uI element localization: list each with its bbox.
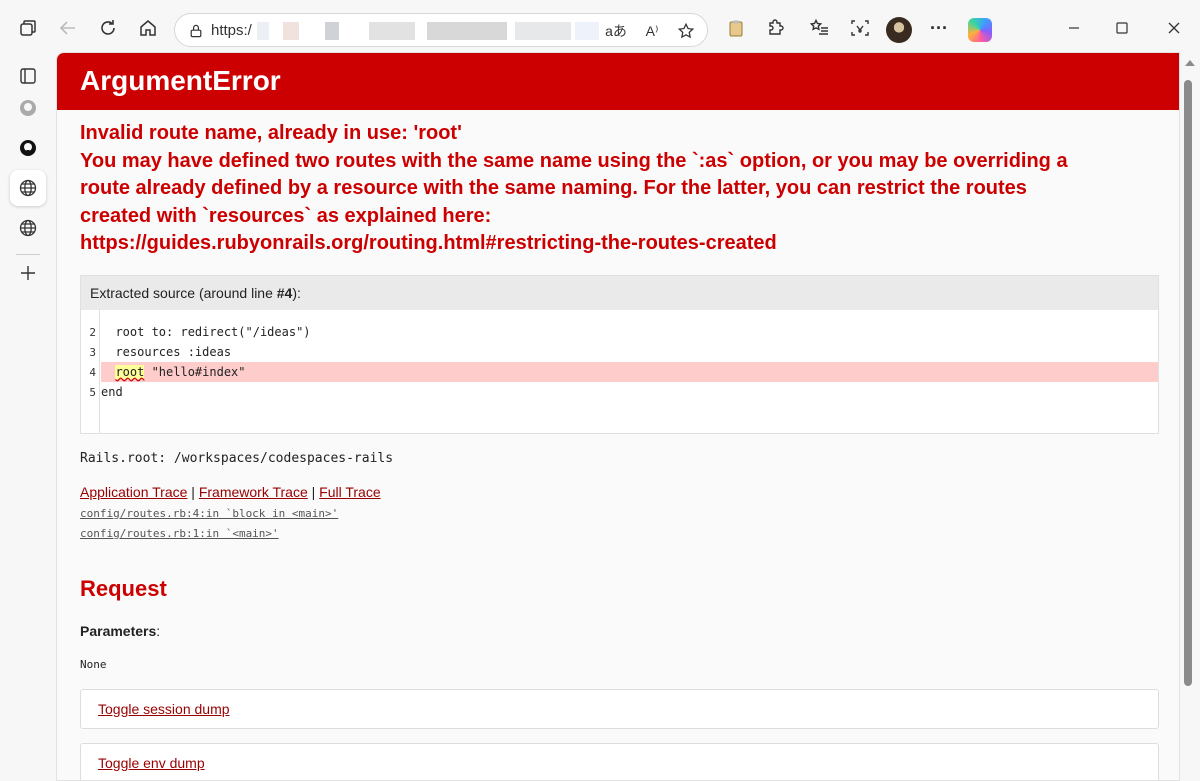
error-message-line: created with `resources` as explained he… [80, 204, 492, 227]
trace-separator: | [187, 484, 199, 500]
workspaces-icon[interactable] [14, 14, 42, 42]
redacted-url-block [515, 22, 571, 40]
back-icon[interactable] [54, 14, 82, 42]
clipboard-extension-icon[interactable] [722, 14, 750, 42]
trace-separator: | [307, 484, 320, 500]
home-icon[interactable] [134, 14, 162, 42]
trace-entry[interactable]: config/routes.rb:4:in `block in <main>' [80, 507, 338, 520]
maximize-icon[interactable] [1108, 14, 1136, 42]
parameters-value: None [80, 658, 107, 671]
redacted-url-block [369, 22, 415, 40]
url-text[interactable]: https:/ [211, 22, 252, 39]
extensions-puzzle-icon[interactable] [762, 14, 790, 42]
source-heading-text: Extracted source (around line [90, 285, 277, 301]
code-line-highlighted: root "hello#index" [101, 362, 1158, 382]
favorite-star-icon[interactable] [675, 20, 697, 42]
source-heading-suffix: ): [292, 285, 301, 301]
line-number-gutter: 2 3 4 5 [81, 310, 100, 433]
tab-github-faded[interactable] [10, 90, 46, 126]
trace-links: Application Trace | Framework Trace | Fu… [80, 484, 381, 500]
rails-root-path: Rails.root: /workspaces/codespaces-rails [80, 451, 394, 466]
vertical-tabs-sidebar [0, 60, 56, 781]
line-number: 3 [89, 346, 96, 359]
code-line: root to: redirect("/ideas") [101, 325, 311, 339]
tab-actions-icon[interactable] [10, 58, 46, 94]
browser-toolbar: https:/ aあ A⁾ ··· [0, 0, 1200, 60]
redacted-url-block [575, 22, 599, 40]
redacted-url-block [427, 22, 507, 40]
read-aloud-icon[interactable]: A⁾ [641, 20, 663, 42]
request-section-title: Request [80, 576, 167, 601]
error-message: Invalid route name, already in use: 'roo… [80, 120, 1160, 258]
scrollbar-thumb[interactable] [1184, 80, 1192, 686]
new-tab-plus-icon[interactable] [10, 255, 46, 291]
error-message-line: Invalid route name, already in use: 'roo… [80, 122, 462, 144]
application-trace-link[interactable]: Application Trace [80, 484, 187, 500]
error-message-line: https://guides.rubyonrails.org/routing.h… [80, 232, 777, 254]
redacted-url-block [325, 22, 339, 40]
line-number: 2 [89, 326, 96, 339]
toggle-session-dump-link[interactable]: Toggle session dump [98, 701, 230, 717]
code-line: resources :ideas [101, 345, 232, 359]
redacted-url-block [283, 22, 299, 40]
vertical-scrollbar[interactable] [1181, 52, 1200, 781]
address-bar[interactable]: https:/ aあ A⁾ [174, 13, 708, 47]
tab-globe[interactable] [10, 210, 46, 246]
line-number: 5 [89, 386, 96, 399]
error-token: root [115, 365, 145, 379]
extracted-source-heading: Extracted source (around line #4): [81, 276, 1158, 310]
error-message-line: route already defined by a resource with… [80, 177, 1027, 199]
browser-window: https:/ aあ A⁾ ··· ArgumentError Invalid … [0, 0, 1200, 781]
full-trace-link[interactable]: Full Trace [319, 484, 380, 500]
error-message-line: You may have defined two routes with the… [80, 149, 1068, 172]
page-viewport: ArgumentError Invalid route name, alread… [56, 52, 1180, 781]
code-fragment [101, 365, 115, 379]
translate-icon[interactable]: aあ [605, 20, 627, 42]
parameters-label: Parameters: [80, 623, 160, 639]
error-header: ArgumentError [57, 53, 1179, 110]
parameters-label-text: Parameters [80, 623, 157, 639]
line-number: 4 [89, 366, 96, 379]
close-window-icon[interactable] [1160, 14, 1188, 42]
framework-trace-link[interactable]: Framework Trace [199, 484, 308, 500]
parameters-colon: : [156, 623, 161, 639]
screenshot-capture-icon[interactable] [846, 14, 874, 42]
tab-github[interactable] [10, 130, 46, 166]
error-title: ArgumentError [80, 65, 281, 96]
profile-avatar[interactable] [886, 17, 912, 43]
tab-active-globe[interactable] [10, 170, 46, 206]
env-dump-panel: Toggle env dump [80, 743, 1159, 780]
refresh-icon[interactable] [94, 14, 122, 42]
scroll-up-arrow-icon[interactable] [1185, 60, 1195, 66]
minimize-icon[interactable] [1060, 14, 1088, 42]
session-dump-panel: Toggle session dump [80, 689, 1159, 729]
code-fragment: "hello#index" [144, 365, 246, 379]
more-menu-icon[interactable]: ··· [925, 14, 953, 42]
trace-entry[interactable]: config/routes.rb:1:in `<main>' [80, 527, 279, 540]
redacted-url-block [257, 22, 269, 40]
extracted-source-box: Extracted source (around line #4): 2 3 4… [80, 275, 1159, 434]
lock-icon[interactable] [185, 20, 207, 42]
code-line: end [101, 385, 123, 399]
toggle-env-dump-link[interactable]: Toggle env dump [98, 755, 205, 771]
copilot-icon[interactable] [968, 18, 992, 42]
source-heading-line: #4 [276, 285, 293, 301]
favorites-list-icon[interactable] [806, 14, 834, 42]
